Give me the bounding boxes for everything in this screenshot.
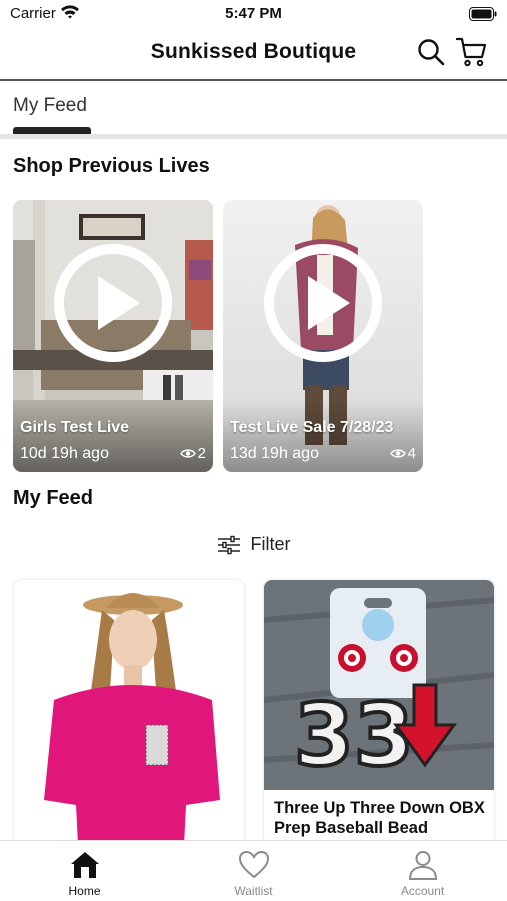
product-card[interactable] [14,580,244,845]
my-feed-heading: My Feed [13,487,94,509]
tab-my-feed[interactable]: My Feed [13,95,87,117]
nav-waitlist[interactable]: Waitlist [169,841,338,901]
battery-icon [469,7,497,26]
product-card[interactable]: 33 Three Up Three Down OBX Prep Baseball… [264,580,494,845]
nav-home[interactable]: Home [0,841,169,901]
home-icon [71,852,99,878]
live-age: 13d 19h ago [230,445,319,462]
feed-tabs: My Feed [0,81,507,139]
baseball-earrings-product-image: 33 [264,580,494,790]
sliders-icon [217,535,240,554]
previous-lives-heading: Shop Previous Lives [13,155,210,177]
nav-account[interactable]: Account [338,841,507,901]
live-title: Girls Test Live [20,419,130,436]
filter-button[interactable]: Filter [0,534,507,555]
clock: 5:47 PM [225,5,282,22]
eye-icon [389,449,406,458]
tabs-divider [0,134,507,139]
heart-icon [238,850,270,879]
pink-top-product-image [14,580,244,845]
view-count-value: 4 [407,445,416,462]
nav-waitlist-label: Waitlist [234,884,273,898]
app-header: Sunkissed Boutique [0,28,507,81]
eye-icon [179,449,196,458]
nav-home-label: Home [68,884,101,898]
play-icon[interactable] [52,242,174,364]
nav-account-label: Account [400,884,445,898]
svg-text:33: 33 [294,686,414,786]
live-card[interactable]: Girls Test Live 10d 19h ago 2 [13,200,213,472]
play-icon[interactable] [262,242,384,364]
live-card[interactable]: Test Live Sale 7/28/23 13d 19h ago 4 [223,200,423,472]
bottom-tab-bar: Home Waitlist Account [0,840,507,901]
live-age: 10d 19h ago [20,445,109,462]
search-icon[interactable] [417,38,445,71]
live-title: Test Live Sale 7/28/23 [230,419,394,436]
view-count-value: 2 [197,445,206,462]
active-tab-indicator [13,127,91,134]
view-count: 2 [179,445,206,462]
cart-icon[interactable] [455,36,488,73]
view-count: 4 [389,445,416,462]
filter-label: Filter [250,534,291,554]
product-title: Three Up Three Down OBX Prep Baseball Be… [274,799,485,837]
account-icon [408,851,438,880]
status-bar: Carrier 5:47 PM [0,0,507,28]
